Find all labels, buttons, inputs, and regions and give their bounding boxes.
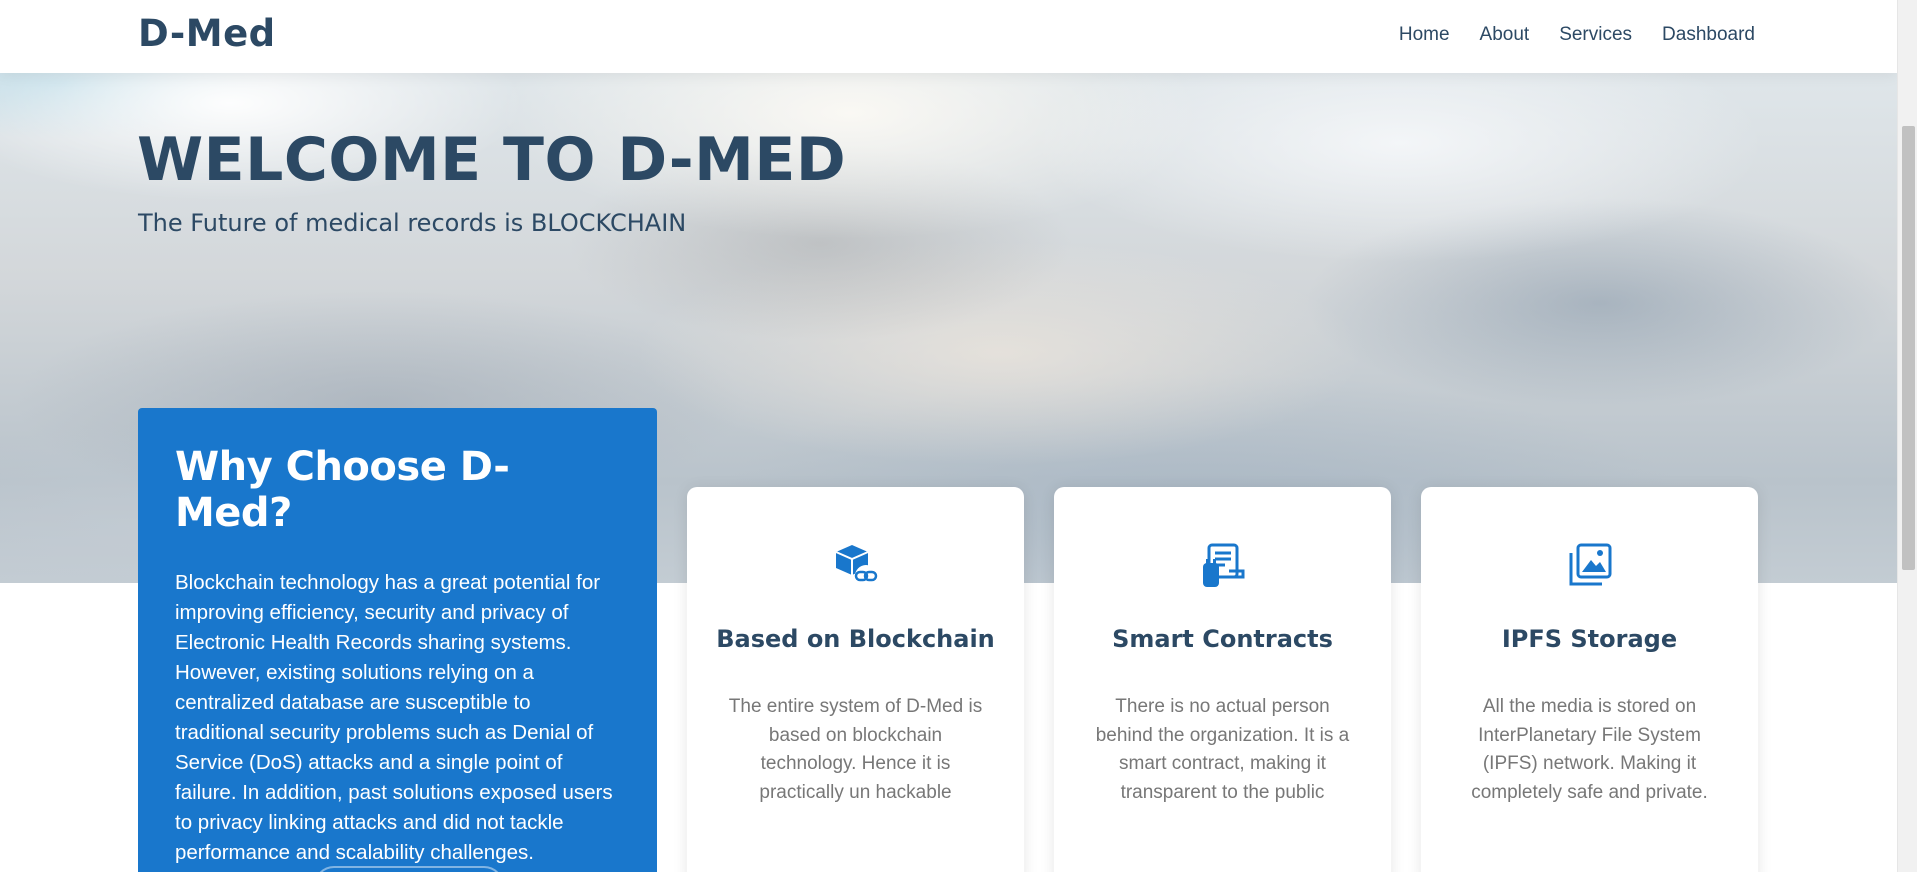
why-choose-text: Blockchain technology has a great potent… (175, 571, 613, 864)
site-header: D-Med Home About Services Dashboard (0, 0, 1897, 73)
feature-card-blockchain: Based on Blockchain The entire system of… (687, 487, 1024, 872)
hero-subtitle: The Future of medical records is BLOCKCH… (138, 209, 687, 237)
feature-card-ipfs: IPFS Storage All the media is stored on … (1421, 487, 1758, 872)
nav-about-link[interactable]: About (1480, 24, 1530, 46)
nav-home-link[interactable]: Home (1399, 24, 1450, 46)
main-nav: Home About Services Dashboard (1399, 24, 1755, 46)
card-text: There is no actual person behind the org… (1095, 696, 1350, 803)
why-choose-title: Why Choose D-Med? (175, 444, 510, 536)
nav-dashboard-link[interactable]: Dashboard (1662, 24, 1755, 46)
card-text: The entire system of D-Med is based on b… (728, 696, 983, 803)
card-text: All the media is stored on InterPlanetar… (1471, 696, 1708, 803)
hero-title: WELCOME TO D-MED (137, 125, 847, 195)
card-title: Smart Contracts (1112, 625, 1333, 653)
nav-services-link[interactable]: Services (1559, 24, 1632, 46)
card-title: IPFS Storage (1501, 625, 1678, 653)
scrollbar-thumb[interactable] (1902, 126, 1915, 570)
why-choose-box: Why Choose D-Med? Blockchain technology … (138, 408, 657, 872)
learn-more-button[interactable] (314, 866, 504, 872)
images-stack-icon (1564, 539, 1616, 591)
site-logo[interactable]: D-Med (138, 12, 276, 55)
page-scrollbar[interactable] (1897, 0, 1917, 872)
blockchain-cube-icon (830, 539, 882, 591)
contract-document-icon (1197, 539, 1249, 591)
feature-card-smart-contracts: Smart Contracts There is no actual perso… (1054, 487, 1391, 872)
card-title: Based on Blockchain (716, 625, 995, 653)
